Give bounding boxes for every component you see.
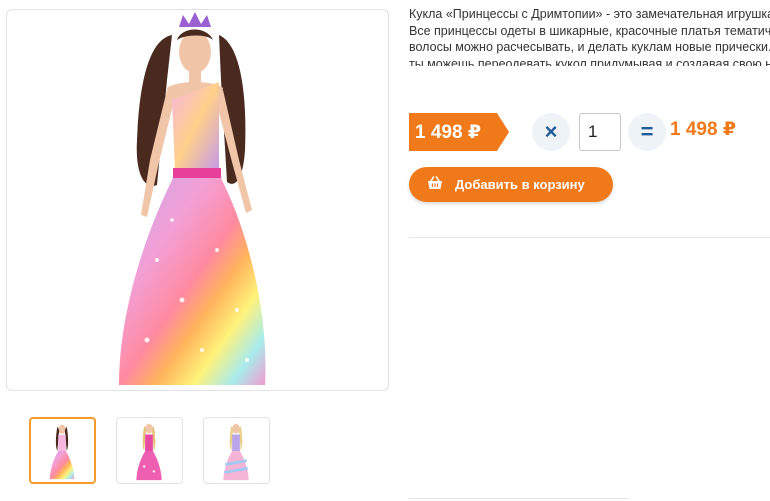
equals-icon: = bbox=[628, 113, 666, 151]
product-page: Кукла «Принцессы с Дримтопии» - это заме… bbox=[0, 0, 770, 501]
doll-image bbox=[119, 12, 266, 385]
divider bbox=[409, 237, 770, 238]
doll-pink-thumb bbox=[136, 423, 162, 481]
description-line: волосы можно расчесывать, и делать кукла… bbox=[409, 40, 770, 54]
main-product-image[interactable] bbox=[6, 9, 389, 391]
doll-rainbow-thumb bbox=[49, 424, 75, 480]
add-to-cart-label: Добавить в корзину bbox=[455, 177, 585, 192]
add-to-cart-button[interactable]: Добавить в корзину bbox=[409, 167, 613, 202]
product-description: Кукла «Принцессы с Дримтопии» - это заме… bbox=[409, 6, 770, 66]
thumbnail-2[interactable] bbox=[116, 417, 183, 484]
description-line: Все принцессы одеты в шикарные, красочны… bbox=[409, 23, 770, 38]
thumbnail-3[interactable] bbox=[203, 417, 270, 484]
description-line: Кукла «Принцессы с Дримтопии» - это заме… bbox=[409, 7, 770, 21]
thumbnail-strip bbox=[29, 417, 270, 484]
quantity-input[interactable] bbox=[579, 113, 621, 151]
multiply-icon: × bbox=[532, 113, 570, 151]
price-tag: 1 498 ₽ bbox=[409, 113, 509, 151]
thumbnail-1[interactable] bbox=[29, 417, 96, 484]
divider bbox=[409, 498, 629, 499]
doll-blonde-thumb bbox=[223, 423, 249, 481]
basket-icon bbox=[427, 176, 443, 193]
description-line: ты можешь переодевать кукол придумывая и… bbox=[409, 56, 770, 67]
total-price: 1 498 ₽ bbox=[670, 119, 737, 140]
